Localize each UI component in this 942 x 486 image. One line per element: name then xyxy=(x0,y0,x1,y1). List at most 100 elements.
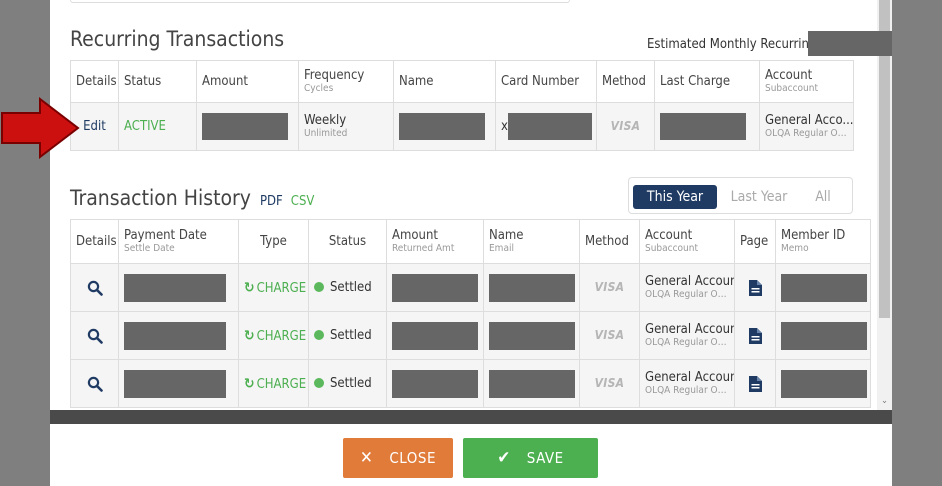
type-label: CHARGE xyxy=(256,376,307,392)
hcol-amount-label: Amount xyxy=(392,228,438,243)
payment-date-cell xyxy=(118,263,239,312)
account-cell: General Acco... OLQA Regular OF... xyxy=(759,102,854,151)
redacted-amount xyxy=(392,321,478,350)
page-cell xyxy=(734,263,776,312)
search-icon[interactable] xyxy=(87,328,103,344)
status-cell: Settled xyxy=(308,263,387,312)
hcol-page: Page xyxy=(734,219,776,264)
redacted-amount xyxy=(392,369,478,398)
last-charge-cell xyxy=(654,102,760,151)
type-cell: ↻ CHARGE xyxy=(238,263,309,312)
edit-link[interactable]: Edit xyxy=(83,119,106,134)
pdf-link[interactable]: PDF xyxy=(260,194,283,209)
member-id-cell xyxy=(775,263,871,312)
refresh-icon: ↻ xyxy=(244,327,255,344)
subaccount-value: OLQA Regular OF... xyxy=(645,289,729,300)
status-label: Settled xyxy=(330,280,372,295)
save-button[interactable]: ✔ SAVE xyxy=(463,438,598,478)
hcol-type: Type xyxy=(238,219,309,264)
hcol-name: Name Email xyxy=(483,219,580,264)
status-dot-icon xyxy=(314,330,324,340)
amount-cell xyxy=(196,102,299,151)
document-icon[interactable] xyxy=(748,279,762,296)
account-cell: General Account OLQA Regular OF... xyxy=(639,311,735,360)
account-value: General Account xyxy=(645,322,735,337)
col-status: Status xyxy=(118,60,197,103)
col-card-number: Card Number xyxy=(495,60,597,103)
frequency-cycles: Unlimited xyxy=(304,128,348,139)
frequency-value: Weekly xyxy=(304,113,347,128)
redacted-card-number xyxy=(507,113,592,140)
charge-type: ↻ CHARGE xyxy=(244,327,306,344)
name-cell xyxy=(483,311,580,360)
payment-date-cell xyxy=(118,311,239,360)
vertical-scrollbar[interactable]: ⌄ xyxy=(877,0,892,410)
charge-type: ↻ CHARGE xyxy=(244,280,306,296)
history-table: Details Payment Date Settle Date Type Sta… xyxy=(70,219,871,408)
redacted-payment-date xyxy=(124,321,226,350)
hcol-payment-date-label: Payment Date xyxy=(124,228,207,243)
status-dot-icon xyxy=(314,378,324,388)
redacted-last-charge xyxy=(660,113,746,140)
csv-link[interactable]: CSV xyxy=(291,194,315,209)
name-cell xyxy=(483,263,580,312)
subaccount-value: OLQA Regular OF... xyxy=(645,385,729,396)
close-icon: ✕ xyxy=(360,448,374,468)
redacted-member-id xyxy=(781,321,867,350)
amount-cell xyxy=(386,311,484,360)
redacted-name xyxy=(489,321,575,350)
name-cell xyxy=(393,102,496,151)
redacted-payment-date xyxy=(124,273,226,302)
col-name: Name xyxy=(393,60,496,103)
scroll-down-icon[interactable]: ⌄ xyxy=(877,392,892,410)
redacted-name xyxy=(489,369,575,398)
redacted-amount xyxy=(202,113,288,140)
visa-logo: VISA xyxy=(594,280,625,294)
visa-logo: VISA xyxy=(594,328,625,342)
status-cell: ACTIVE xyxy=(118,102,197,151)
col-amount: Amount xyxy=(196,60,299,103)
subaccount-value: OLQA Regular OF... xyxy=(765,128,848,139)
hcol-payment-date: Payment Date Settle Date xyxy=(118,219,239,264)
filter-last-year[interactable]: Last Year xyxy=(725,185,793,209)
method-cell: VISA xyxy=(579,311,640,360)
status-cell: Settled xyxy=(308,359,387,408)
charge-type: ↻ CHARGE xyxy=(244,375,307,392)
hcol-details: Details xyxy=(70,219,119,264)
account-value: General Account xyxy=(645,274,735,289)
filter-this-year[interactable]: This Year xyxy=(633,185,717,209)
col-account-label: Account xyxy=(765,68,813,83)
payment-date-cell xyxy=(118,359,239,408)
view-cell xyxy=(70,263,119,312)
view-cell xyxy=(70,311,119,360)
redacted-amount xyxy=(392,273,478,302)
top-field-edge xyxy=(70,0,570,3)
hcol-member-id: Member ID Memo xyxy=(775,219,871,264)
transaction-modal: Recurring Transactions Estimated Monthly… xyxy=(50,0,892,486)
document-icon[interactable] xyxy=(748,375,762,392)
document-icon[interactable] xyxy=(748,327,762,344)
redacted-member-id xyxy=(781,369,867,398)
red-arrow-icon xyxy=(1,97,80,159)
search-icon[interactable] xyxy=(87,280,103,296)
filter-all[interactable]: All xyxy=(805,185,841,209)
hcol-memo: Memo xyxy=(781,243,809,254)
amount-cell xyxy=(386,359,484,408)
account-cell: General Account OLQA Regular OF... xyxy=(639,359,735,408)
col-method: Method xyxy=(596,60,655,103)
name-cell xyxy=(483,359,580,408)
check-icon: ✔ xyxy=(497,448,511,468)
hcol-method: Method xyxy=(579,219,640,264)
col-frequency-sub: Cycles xyxy=(304,83,334,94)
close-button[interactable]: ✕ CLOSE xyxy=(343,438,453,478)
search-icon[interactable] xyxy=(87,376,103,392)
col-last-charge: Last Charge xyxy=(654,60,760,103)
table-row: ↻ CHARGE Settled VISA General Account OLQA… xyxy=(70,359,871,408)
table-row: ↻ CHARGE Settled VISA General Account OLQA… xyxy=(70,311,871,360)
hcol-subaccount: Subaccount xyxy=(645,243,698,254)
member-id-cell xyxy=(775,359,871,408)
status-dot-icon xyxy=(314,282,324,292)
account-value: General Account xyxy=(645,370,735,385)
refresh-icon: ↻ xyxy=(244,375,255,392)
col-frequency-label: Frequency xyxy=(304,68,365,83)
